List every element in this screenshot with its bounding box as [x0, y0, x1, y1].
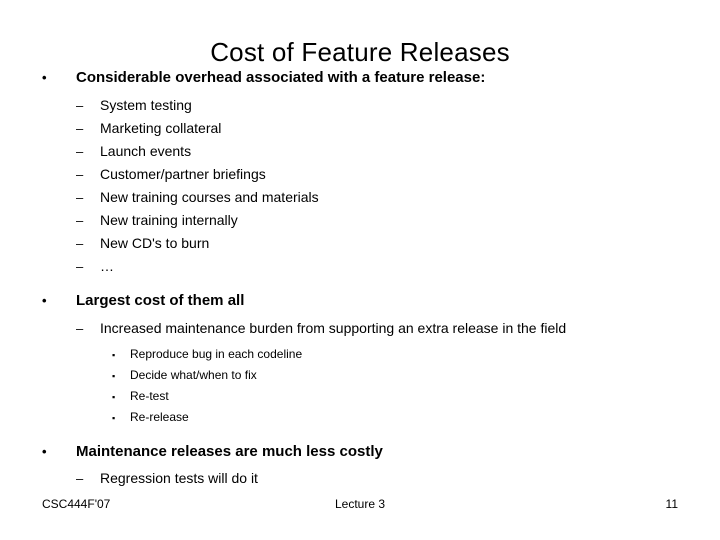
list-item: – New training courses and materials — [0, 186, 720, 209]
square-marker-icon: ▪ — [112, 413, 116, 423]
dash-marker-icon: – — [76, 121, 84, 136]
list-item-label: Decide what/when to fix — [130, 368, 257, 382]
list-item-label: Regression tests will do it — [100, 470, 258, 486]
list-item-label: Re-test — [130, 389, 169, 403]
square-marker-icon: ▪ — [112, 371, 116, 381]
list-item-label: Re-release — [130, 410, 189, 424]
dash-marker-icon: – — [76, 259, 84, 274]
dash-marker-icon: – — [76, 471, 84, 486]
footer-page-number: 11 — [665, 497, 678, 511]
list-item-label: New CD's to burn — [100, 235, 210, 251]
list-item: ▪ Reproduce bug in each codeline — [0, 344, 720, 365]
list-item-label: New training internally — [100, 212, 238, 228]
square-marker-icon: ▪ — [112, 350, 116, 360]
list-item: – Marketing collateral — [0, 117, 720, 140]
list-item: – … — [0, 255, 720, 278]
list-item-label: Customer/partner briefings — [100, 166, 266, 182]
list-item-label: New training courses and materials — [100, 189, 319, 205]
list-item: • Maintenance releases are much less cos… — [0, 442, 720, 462]
list-item: – New training internally — [0, 209, 720, 232]
dash-marker-icon: – — [76, 144, 84, 159]
dash-marker-icon: – — [76, 236, 84, 251]
list-item-label: Reproduce bug in each codeline — [130, 347, 303, 361]
list-item-label: Maintenance releases are much less costl… — [76, 443, 383, 460]
list-item: • Largest cost of them all — [0, 291, 720, 311]
list-item: – Customer/partner briefings — [0, 163, 720, 186]
list-item-label: System testing — [100, 97, 192, 113]
list-item: – Increased maintenance burden from supp… — [0, 317, 720, 340]
list-item-label: Largest cost of them all — [76, 292, 245, 309]
list-item-label: Launch events — [100, 143, 192, 159]
dash-marker-icon: – — [76, 98, 84, 113]
slide-footer: CSC444F'07 Lecture 3 11 — [0, 494, 720, 514]
bullet-marker-icon: • — [42, 293, 47, 308]
slide-body: • Considerable overhead associated with … — [0, 68, 720, 490]
list-item-label: … — [100, 258, 114, 274]
list-item: ▪ Decide what/when to fix — [0, 365, 720, 386]
list-item: – Launch events — [0, 140, 720, 163]
list-item-label: Increased maintenance burden from suppor… — [100, 320, 567, 336]
list-item: – System testing — [0, 94, 720, 117]
list-item: • Considerable overhead associated with … — [0, 68, 720, 88]
page-title: Cost of Feature Releases — [210, 37, 510, 68]
square-marker-icon: ▪ — [112, 392, 116, 402]
list-item-label: Considerable overhead associated with a … — [76, 69, 486, 86]
list-item: – New CD's to burn — [0, 232, 720, 255]
list-item-label: Marketing collateral — [100, 120, 222, 136]
dash-marker-icon: – — [76, 321, 84, 336]
dash-marker-icon: – — [76, 167, 84, 182]
slide: Cost of Feature Releases • Considerable … — [0, 0, 720, 540]
list-item: ▪ Re-test — [0, 386, 720, 407]
bullet-marker-icon: • — [42, 444, 47, 459]
list-item: ▪ Re-release — [0, 407, 720, 428]
footer-lecture-label: Lecture 3 — [334, 497, 386, 511]
bullet-marker-icon: • — [42, 70, 47, 85]
list-item: – Regression tests will do it — [0, 467, 720, 490]
dash-marker-icon: – — [76, 213, 84, 228]
dash-marker-icon: – — [76, 190, 84, 205]
